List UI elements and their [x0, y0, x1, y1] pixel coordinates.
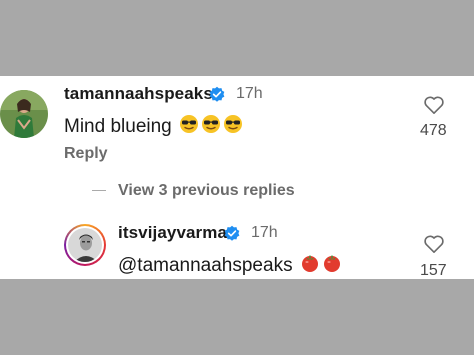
sunglasses-emoji-icon — [223, 114, 243, 140]
top-backdrop — [0, 0, 474, 76]
comment-body: Mind blueing — [64, 116, 172, 138]
avatar[interactable] — [0, 90, 48, 138]
reply-button[interactable]: Reply — [64, 145, 108, 163]
comment-text: Mind blueing — [64, 114, 243, 140]
comment-username[interactable]: tamannaahspeaks — [64, 84, 213, 104]
like-count: 478 — [420, 122, 447, 139]
tomato-emoji-icon — [322, 253, 342, 279]
avatar[interactable] — [64, 224, 106, 266]
thread-divider — [92, 190, 106, 191]
sunglasses-emoji-icon — [179, 114, 199, 140]
sunglasses-emoji-icon — [201, 114, 221, 140]
verified-badge-icon — [224, 225, 240, 241]
comment-username[interactable]: itsvijayvarma — [118, 223, 227, 243]
verified-badge-icon — [209, 86, 225, 102]
like-count: 157 — [420, 262, 447, 279]
view-previous-replies-button[interactable]: View 3 previous replies — [118, 182, 295, 200]
comments-panel: tamannaahspeaks 17h Mind blueing Reply 4… — [0, 76, 474, 279]
tomato-emoji-icon — [300, 253, 320, 279]
comment-timestamp: 17h — [236, 85, 263, 102]
heart-icon[interactable] — [423, 95, 445, 115]
mention-link[interactable]: @tamannaahspeaks — [118, 255, 293, 276]
heart-icon[interactable] — [423, 234, 445, 254]
bottom-backdrop — [0, 279, 474, 355]
comment-timestamp: 17h — [251, 224, 278, 241]
comment-text: @tamannaahspeaks — [118, 253, 342, 279]
